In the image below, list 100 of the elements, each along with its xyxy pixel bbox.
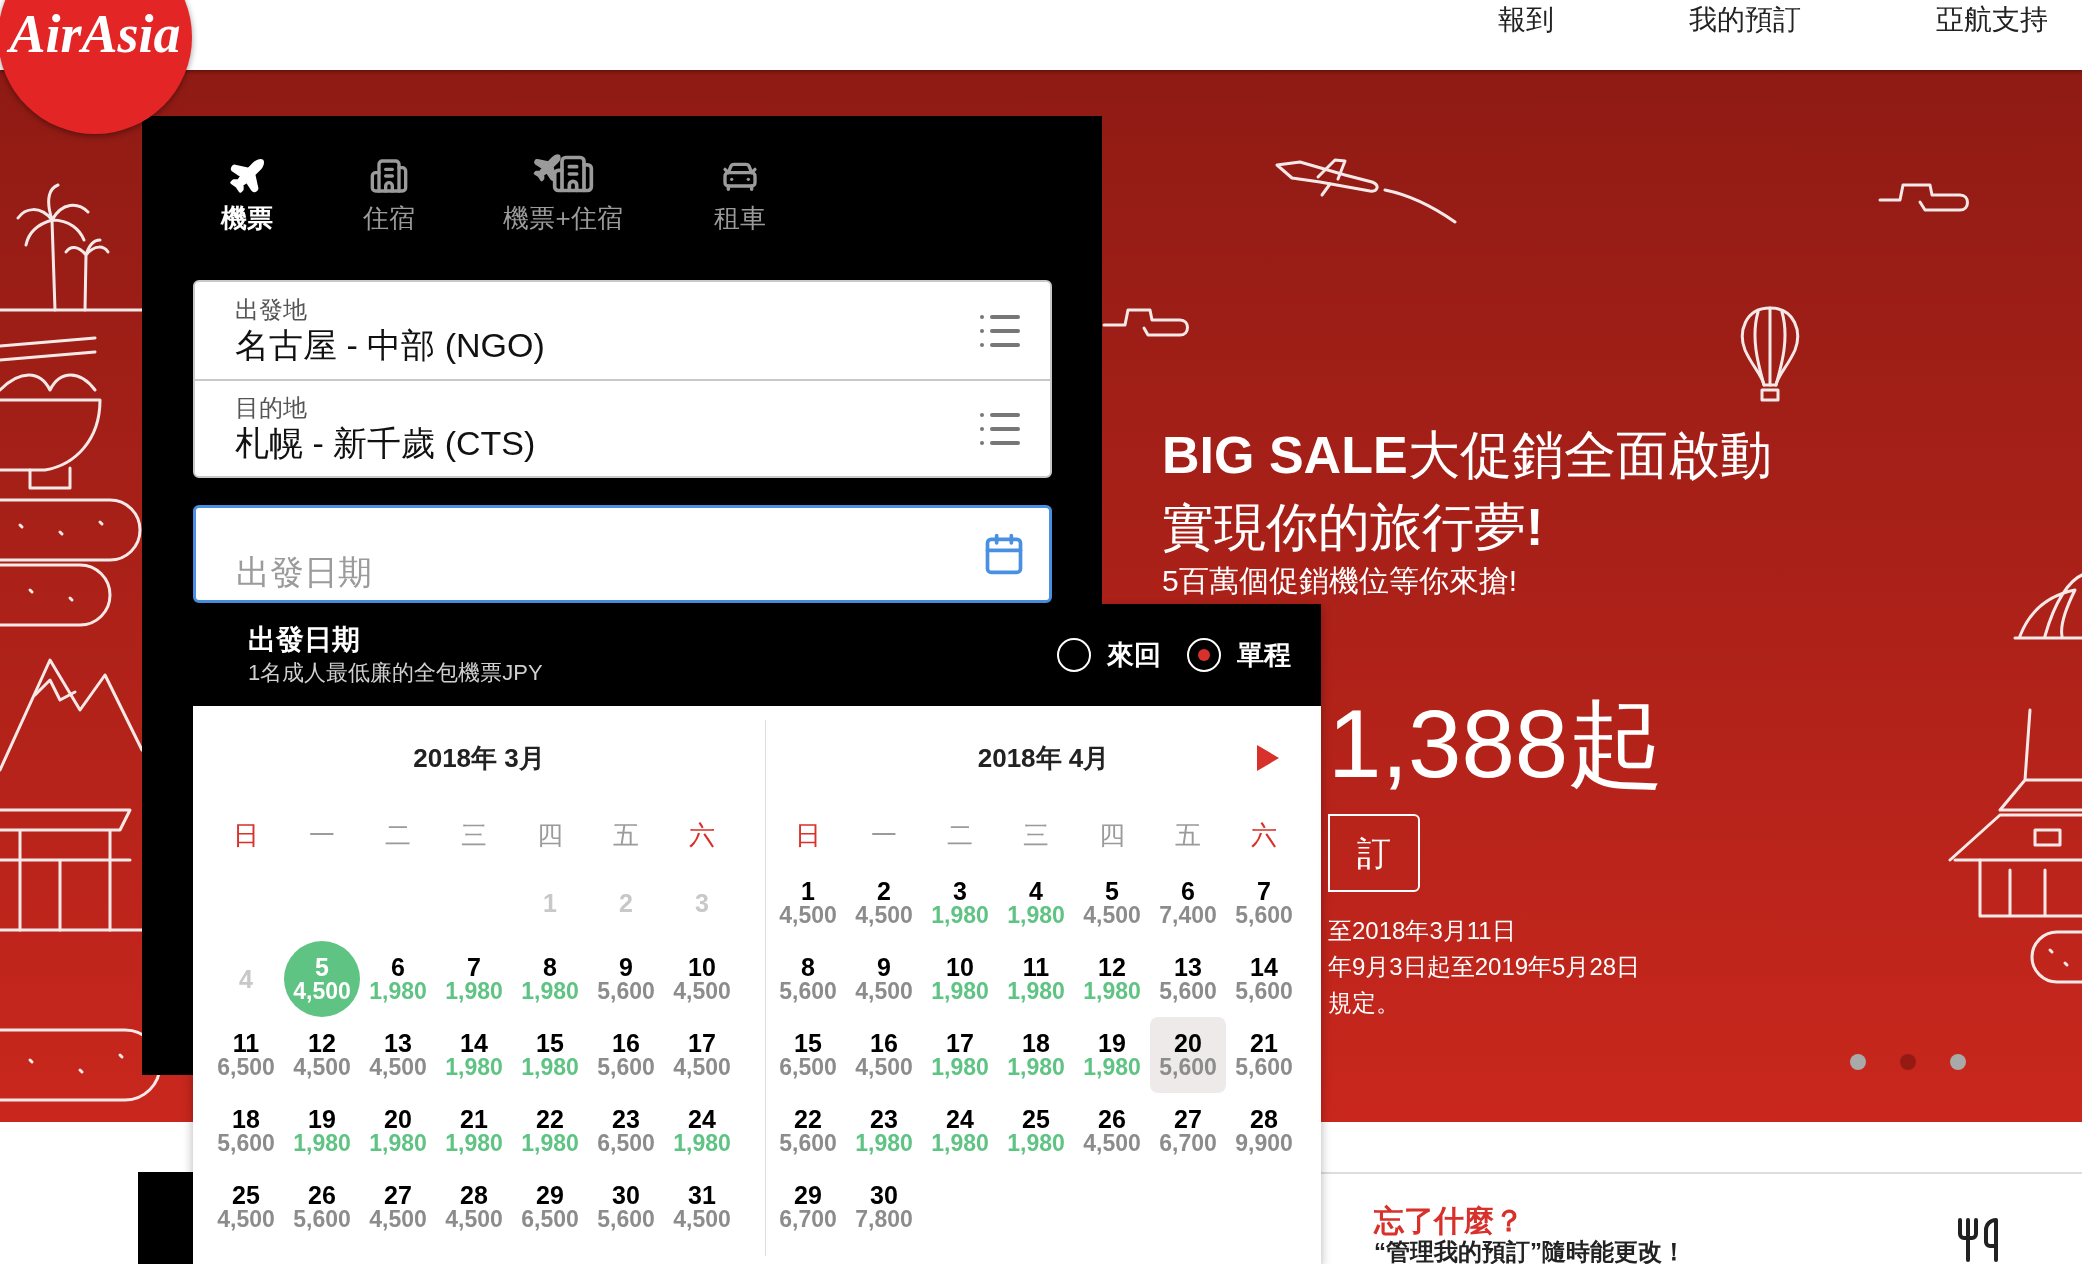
- calendar-day[interactable]: 20 1,980: [360, 1093, 436, 1169]
- trip-type-radio[interactable]: 來回: [1057, 634, 1161, 676]
- calendar-day[interactable]: 6 1,980: [360, 941, 436, 1017]
- calendar-day[interactable]: 9 5,600: [588, 941, 664, 1017]
- weekday-label: 一: [309, 818, 335, 852]
- calendar-day[interactable]: 30 5,600: [588, 1169, 664, 1245]
- promo-note: 規定。: [1328, 988, 1400, 1018]
- fare-price: 1,388起: [1328, 689, 1666, 799]
- opera-house-drawing: [2013, 573, 2082, 640]
- calendar-day[interactable]: 9 4,500: [846, 941, 922, 1017]
- airport-value[interactable]: 名古屋 - 中部 (NGO): [235, 323, 976, 366]
- field-label: 目的地: [235, 393, 308, 422]
- nav-link[interactable]: 我的預訂: [1689, 0, 1801, 40]
- book-button[interactable]: 訂: [1328, 814, 1420, 892]
- hero-tagline: 5百萬個促銷機位等你來搶!: [1162, 563, 1518, 599]
- weekday-label: 二: [385, 818, 411, 852]
- calendar-day[interactable]: 6 7,400: [1150, 865, 1226, 941]
- calendar-day[interactable]: 8 5,600: [770, 941, 846, 1017]
- trip-type-radio[interactable]: 單程: [1187, 634, 1291, 676]
- field-label: 出發地: [235, 295, 308, 324]
- calendar-day[interactable]: 7 5,600: [1226, 865, 1302, 941]
- weekday-label: 四: [537, 818, 563, 852]
- weekday-label: 五: [1175, 818, 1201, 852]
- weekday-label: 三: [461, 818, 487, 852]
- promo-note: 年9月3日起至2019年5月28日: [1328, 952, 1641, 982]
- calendar-day[interactable]: 5 4,500: [1074, 865, 1150, 941]
- airplane-icon: [227, 156, 267, 196]
- calendar-day[interactable]: 11 1,980: [998, 941, 1074, 1017]
- calendar-day[interactable]: 16 4,500: [846, 1017, 922, 1093]
- nav-link[interactable]: 報到: [1498, 0, 1554, 40]
- calendar-day[interactable]: 22 5,600: [770, 1093, 846, 1169]
- airport-value[interactable]: 札幌 - 新千歲 (CTS): [235, 421, 976, 464]
- calendar-day[interactable]: 7 1,980: [436, 941, 512, 1017]
- calendar-day[interactable]: 17 4,500: [664, 1017, 740, 1093]
- calendar-day[interactable]: 25 4,500: [208, 1169, 284, 1245]
- reminder-text: “管理我的預訂”隨時能更改！: [1374, 1240, 1687, 1264]
- month-title: 2018年 4月: [977, 742, 1110, 774]
- calendar-day[interactable]: 2 4,500: [846, 865, 922, 941]
- calendar-day[interactable]: 13 5,600: [1150, 941, 1226, 1017]
- hero-headline: BIG SALE大促銷全面啟動: [1162, 425, 1772, 486]
- calendar-day[interactable]: 15 6,500: [770, 1017, 846, 1093]
- weekday-label: 五: [613, 818, 639, 852]
- weekday-label: 六: [1251, 818, 1277, 852]
- weekday-label: 一: [871, 818, 897, 852]
- calendar-day[interactable]: 23 1,980: [846, 1093, 922, 1169]
- calendar-day[interactable]: 21 5,600: [1226, 1017, 1302, 1093]
- picker-subtitle: 1名成人最低廉的全包機票JPY: [248, 659, 544, 687]
- calendar-day[interactable]: 14 5,600: [1226, 941, 1302, 1017]
- calendar-day[interactable]: 30 7,800: [846, 1169, 922, 1245]
- calendar-day[interactable]: 29 6,500: [512, 1169, 588, 1245]
- booking-tab[interactable]: 住宿: [317, 152, 461, 234]
- calendar-day[interactable]: 13 4,500: [360, 1017, 436, 1093]
- month-title: 2018年 3月: [413, 742, 545, 774]
- booking-tab[interactable]: 租車: [665, 152, 815, 234]
- nav-link[interactable]: 亞航支持: [1936, 0, 2048, 40]
- weekday-label: 日: [795, 818, 821, 852]
- calendar-day[interactable]: 28 9,900: [1226, 1093, 1302, 1169]
- calendar-day[interactable]: 22 1,980: [512, 1093, 588, 1169]
- cookie-drawing: [2030, 930, 2082, 984]
- calendar-day[interactable]: 12 4,500: [284, 1017, 360, 1093]
- calendar-day[interactable]: 19 1,980: [284, 1093, 360, 1169]
- calendar-day[interactable]: 18 5,600: [208, 1093, 284, 1169]
- calendar-day[interactable]: 24 1,980: [664, 1093, 740, 1169]
- calendar-day[interactable]: 4 1,980: [998, 865, 1074, 941]
- calendar-day[interactable]: 25 1,980: [998, 1093, 1074, 1169]
- calendar-day[interactable]: 17 1,980: [922, 1017, 998, 1093]
- calendar-day[interactable]: 21 1,980: [436, 1093, 512, 1169]
- calendar-day[interactable]: 28 4,500: [436, 1169, 512, 1245]
- calendar-day[interactable]: 27 6,700: [1150, 1093, 1226, 1169]
- calendar-day[interactable]: 18 1,980: [998, 1017, 1074, 1093]
- calendar-day[interactable]: 26 5,600: [284, 1169, 360, 1245]
- calendar-day[interactable]: 16 5,600: [588, 1017, 664, 1093]
- calendar-day[interactable]: 10 1,980: [922, 941, 998, 1017]
- weekday-label: 六: [689, 818, 715, 852]
- calendar-day[interactable]: 11 6,500: [208, 1017, 284, 1093]
- hero-headline: 實現你的旅行夢!: [1162, 497, 1544, 558]
- calendar-day[interactable]: 26 4,500: [1074, 1093, 1150, 1169]
- calendar-day[interactable]: 29 6,700: [770, 1169, 846, 1245]
- weekday-label: 二: [947, 818, 973, 852]
- calendar-day[interactable]: 1 4,500: [770, 865, 846, 941]
- calendar-day[interactable]: 3 1,980: [922, 865, 998, 941]
- calendar-day[interactable]: 8 1,980: [512, 941, 588, 1017]
- picker-title: 出發日期: [248, 623, 361, 657]
- calendar-day[interactable]: 19 1,980: [1074, 1017, 1150, 1093]
- next-month-arrow-icon[interactable]: [1257, 745, 1279, 771]
- calendar-day[interactable]: 27 4,500: [360, 1169, 436, 1245]
- date-field[interactable]: 出發日期: [193, 505, 1052, 603]
- booking-tab[interactable]: 機票: [177, 152, 317, 234]
- calendar-day[interactable]: 31 4,500: [664, 1169, 740, 1245]
- calendar-day[interactable]: 12 1,980: [1074, 941, 1150, 1017]
- calendar-day[interactable]: 10 4,500: [664, 941, 740, 1017]
- booking-tab[interactable]: 機票+住宿: [461, 152, 665, 234]
- calendar-day[interactable]: 24 1,980: [922, 1093, 998, 1169]
- promo-note: 至2018年3月11日: [1328, 916, 1516, 946]
- calendar-day[interactable]: 14 1,980: [436, 1017, 512, 1093]
- calendar-day[interactable]: 23 6,500: [588, 1093, 664, 1169]
- calendar-day[interactable]: 20 5,600: [1150, 1017, 1226, 1093]
- calendar-day[interactable]: 15 1,980: [512, 1017, 588, 1093]
- weekday-label: 四: [1099, 818, 1125, 852]
- reminder-title: 忘了什麼？: [1374, 1203, 1525, 1239]
